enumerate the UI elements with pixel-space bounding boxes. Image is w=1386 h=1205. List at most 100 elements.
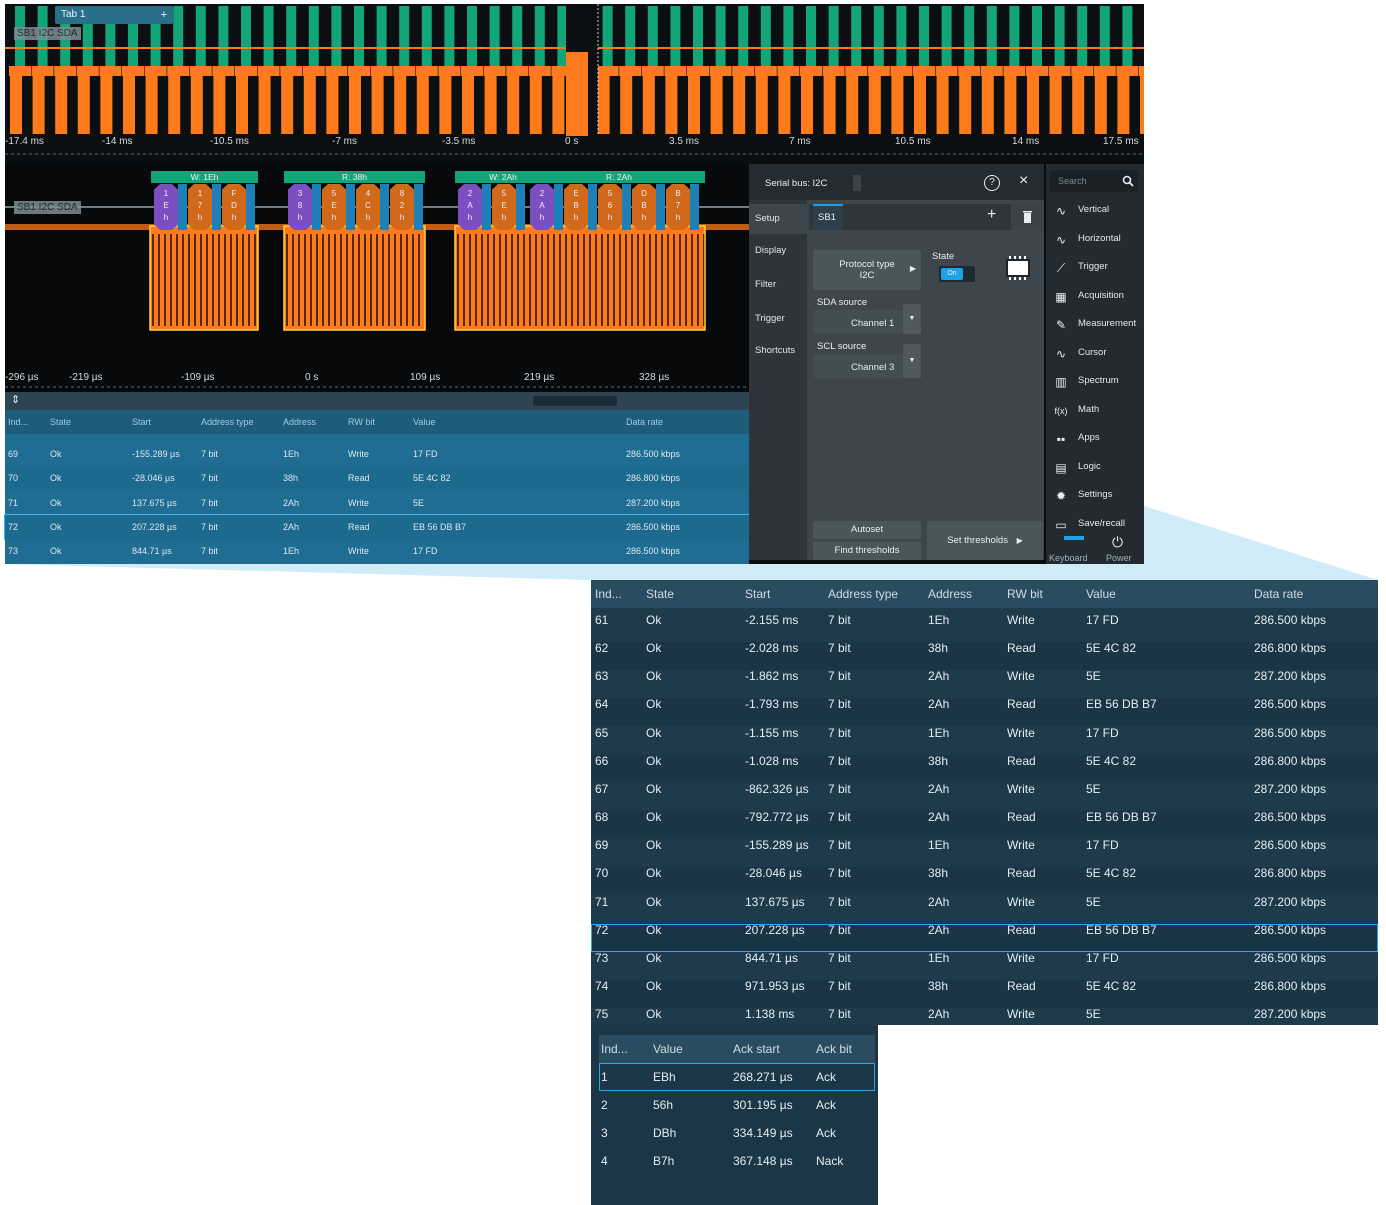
big-table-row[interactable]: 61 Ok -2.155 ms 7 bit 1Eh Write 17 FD 286.500 k…	[591, 613, 1378, 642]
data-byte[interactable]: 2 Ah	[458, 184, 482, 230]
menu-item-logic[interactable]: ▤ Logic	[1046, 454, 1144, 482]
detail-row[interactable]: 4 B7h 367.148 µs Nack	[599, 1147, 875, 1175]
big-table-row[interactable]: 66 Ok -1.028 ms 7 bit 38h Read 5E 4C 82 286.800…	[591, 754, 1378, 783]
power-label[interactable]: Power	[1106, 553, 1132, 563]
cursor-icon: ∿	[1055, 346, 1067, 361]
nav-display[interactable]: Display	[749, 236, 807, 266]
menu-item-horizontal[interactable]: ∿ Horizontal	[1046, 226, 1144, 254]
table-cell: 286.800 kbps	[1254, 866, 1327, 881]
frame-label[interactable]: W: 1Eh	[151, 171, 258, 183]
close-icon[interactable]: ×	[1019, 172, 1028, 190]
menu-item-label: Measurement	[1078, 318, 1137, 329]
menu-item-apps[interactable]: ▪▪ Apps	[1046, 425, 1144, 453]
menu-item-measurement[interactable]: ✎ Measurement	[1046, 311, 1144, 339]
byte-char: 5	[607, 189, 613, 198]
data-byte[interactable]: 5 6 h	[598, 184, 622, 230]
data-byte[interactable]: EBh	[564, 184, 588, 230]
menu-item-spectrum[interactable]: ▥ Spectrum	[1046, 368, 1144, 396]
bus-tab-sb1[interactable]: SB1	[813, 204, 843, 230]
data-byte[interactable]: FDh	[222, 184, 246, 230]
data-byte[interactable]: 5 Eh	[322, 184, 346, 230]
menu-item-cursor[interactable]: ∿ Cursor	[1046, 340, 1144, 368]
tab-1[interactable]: Tab 1 +	[55, 6, 173, 24]
big-table-row[interactable]: 62 Ok -2.028 ms 7 bit 38h Read 5E 4C 82 286.800…	[591, 641, 1378, 671]
power-icon[interactable]: ⏻	[1112, 534, 1123, 551]
keyboard-label[interactable]: Keyboard	[1049, 553, 1088, 563]
menu-item-label: Acquisition	[1078, 289, 1124, 301]
nav-shortcuts[interactable]: Shortcuts	[749, 336, 807, 366]
table-cell: Ok	[646, 866, 662, 881]
data-byte[interactable]: 4 Ch	[356, 184, 380, 230]
data-byte[interactable]: DBh	[632, 184, 656, 230]
byte-char: 8	[297, 201, 303, 210]
data-byte[interactable]: 2 Ah	[530, 184, 554, 230]
table-cell: 71	[8, 497, 19, 508]
table-cell: Read	[1007, 697, 1036, 712]
big-table-row[interactable]: 72 Ok 207.228 µs 7 bit 2Ah Read EB 56 DB B7 286…	[591, 923, 1378, 952]
table-cell: Ok	[646, 978, 662, 993]
big-table-row[interactable]: 63 Ok -1.862 ms 7 bit 2Ah Write 5E 287.200 kbps	[591, 669, 1378, 699]
data-byte[interactable]: 1 7 h	[188, 184, 212, 230]
menu-item-vertical[interactable]: ∿ Vertical	[1046, 197, 1144, 225]
autoset-button[interactable]: Autoset	[813, 521, 921, 539]
table-row[interactable]: 69 Ok -155.289 µs 7 bit 1Eh Write 17 FD 286.500…	[5, 442, 749, 466]
big-table-row[interactable]: 64 Ok -1.793 ms 7 bit 2Ah Read EB 56 DB B7 286.…	[591, 697, 1378, 727]
big-table-row[interactable]: 71 Ok 137.675 µs 7 bit 2Ah Write 5E 287.200 kbp…	[591, 895, 1378, 924]
scrollbar[interactable]	[533, 396, 617, 406]
big-table-row[interactable]: 67 Ok -862.326 µs 7 bit 2Ah Write 5E 287.200 kb…	[591, 781, 1378, 811]
keyboard-icon[interactable]	[1054, 536, 1092, 541]
big-table-row[interactable]: 73 Ok 844.71 µs 7 bit 1Eh Write 17 FD 286.500 k…	[591, 951, 1378, 980]
frame-label[interactable]: R: 38h	[284, 171, 425, 183]
search-box[interactable]: Search	[1050, 170, 1138, 192]
data-byte[interactable]: 1 Eh	[154, 184, 178, 230]
set-thresholds-button[interactable]: Set thresholds ▶	[927, 521, 1043, 560]
menu-item-save-recall[interactable]: ▭ Save/recall	[1046, 511, 1144, 539]
big-table-row[interactable]: 74 Ok 971.953 µs 7 bit 38h Read 5E 4C 82 286.80…	[591, 978, 1378, 1008]
data-byte[interactable]: B 7 h	[666, 184, 690, 230]
big-table-row[interactable]: 69 Ok -155.289 µs 7 bit 1Eh Write 17 FD 286.500…	[591, 838, 1378, 868]
resize-icon[interactable]: ⇕	[11, 393, 20, 406]
table-row[interactable]: 72 Ok 207.228 µs 7 bit 2Ah Read EB 56 DB B7 286…	[4, 513, 750, 540]
menu-item-settings[interactable]: ✹ Settings	[1046, 482, 1144, 510]
detail-row[interactable]: 2 56h 301.195 µs Ack	[599, 1091, 875, 1119]
find-thresholds-button[interactable]: Find thresholds	[813, 542, 921, 560]
table-cell: -28.046 µs	[132, 473, 175, 484]
big-table-row[interactable]: 65 Ok -1.155 ms 7 bit 1Eh Write 17 FD 286.500 k…	[591, 726, 1378, 755]
main-menu: Search ∿ Vertical ∿ Horizontal ⟋ Trigger ▦ Acqu…	[1046, 164, 1144, 564]
frame-label[interactable]: R: 2Ah	[533, 171, 705, 183]
add-bus-icon[interactable]: +	[987, 206, 996, 224]
table-row[interactable]: 71 Ok 137.675 µs 7 bit 2Ah Write 5E 287.200 kbp…	[5, 490, 749, 515]
sda-dropdown-button[interactable]: ▼	[903, 304, 921, 334]
overview-waveform[interactable]: Tab 1 + SB1 I2C SDA -17.4 ms -14 ms -10.5 …	[5, 4, 1144, 162]
table-row[interactable]: 70 Ok -28.046 µs 7 bit 38h Read 5E 4C 82 286.80…	[5, 466, 749, 491]
add-tab-icon[interactable]: +	[161, 6, 167, 24]
help-icon[interactable]: ?	[984, 175, 1000, 191]
menu-item-acquisition[interactable]: ▦ Acquisition	[1046, 283, 1144, 311]
menu-item-math[interactable]: f(x) Math	[1046, 397, 1144, 425]
state-toggle[interactable]: On	[939, 266, 975, 282]
detail-row[interactable]: 1 EBh 268.271 µs Ack	[599, 1063, 875, 1091]
nav-trigger[interactable]: Trigger	[749, 304, 807, 334]
table-cell: -155.289 µs	[745, 838, 809, 853]
big-table-row[interactable]: 68 Ok -792.772 µs 7 bit 2Ah Read EB 56 DB B7 28…	[591, 810, 1378, 840]
nav-filter[interactable]: Filter	[749, 270, 807, 300]
protocol-type-button[interactable]: Protocol type I2C ▶	[813, 250, 921, 290]
zoom-waveform[interactable]: SB1 I2C SDA W: 1Eh R: 38h W: 2Ah R: 2Ah 1Eh…	[5, 164, 749, 392]
menu-item-trigger[interactable]: ⟋ Trigger	[1046, 254, 1144, 282]
table-cell: Write	[1007, 781, 1035, 796]
big-table-row[interactable]: 70 Ok -28.046 µs 7 bit 38h Read 5E 4C 82 286.80…	[591, 866, 1378, 896]
data-byte[interactable]: 8 2 h	[390, 184, 414, 230]
data-byte[interactable]: 5 Eh	[492, 184, 516, 230]
table-cell: 286.500 kbps	[626, 449, 681, 459]
nav-setup[interactable]: Setup	[749, 204, 807, 234]
data-byte[interactable]: 3 8 h	[288, 184, 312, 230]
table-cell: Ok	[50, 473, 62, 484]
delete-bus-button[interactable]	[1011, 204, 1044, 230]
menu-item-label: Settings	[1078, 489, 1113, 500]
scl-dropdown-button[interactable]: ▼	[903, 344, 921, 378]
search-input[interactable]: Search	[1058, 176, 1087, 186]
table-splitter[interactable]: ⇕	[5, 392, 749, 410]
detail-row[interactable]: 3 DBh 334.149 µs Ack	[599, 1119, 875, 1147]
search-icon[interactable]	[1122, 175, 1134, 187]
table-row[interactable]: 73 Ok 844.71 µs 7 bit 1Eh Write 17 FD 286.500 k…	[5, 539, 749, 564]
